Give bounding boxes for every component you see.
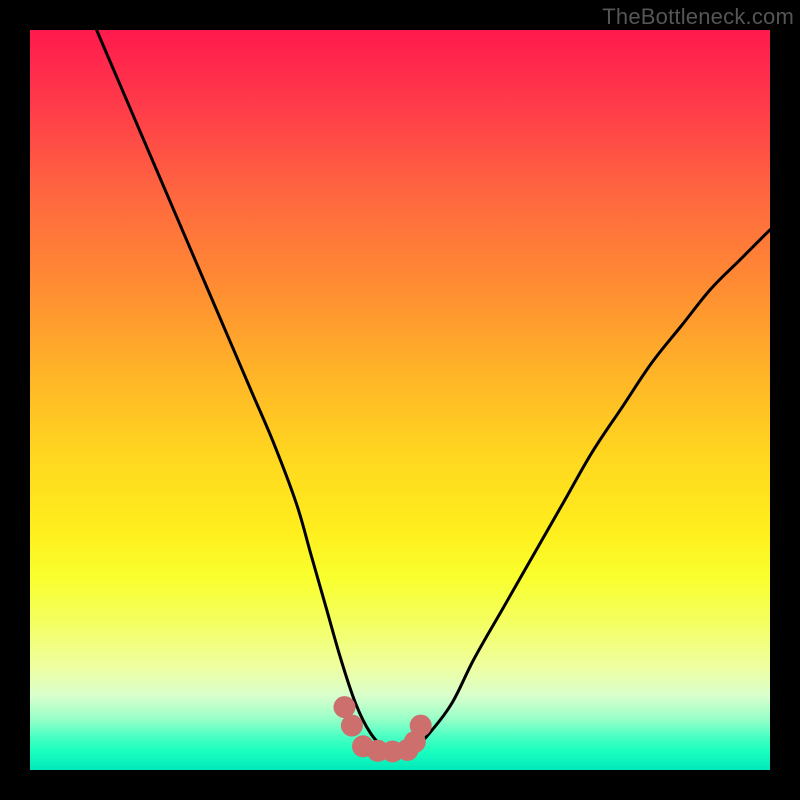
bottleneck-curve-svg	[30, 30, 770, 770]
highlight-marker	[341, 715, 363, 737]
chart-frame: TheBottleneck.com	[0, 0, 800, 800]
highlight-markers	[334, 696, 432, 762]
bottleneck-curve-path	[97, 30, 770, 752]
plot-area	[30, 30, 770, 770]
highlight-marker	[410, 715, 432, 737]
watermark-text: TheBottleneck.com	[602, 4, 794, 30]
